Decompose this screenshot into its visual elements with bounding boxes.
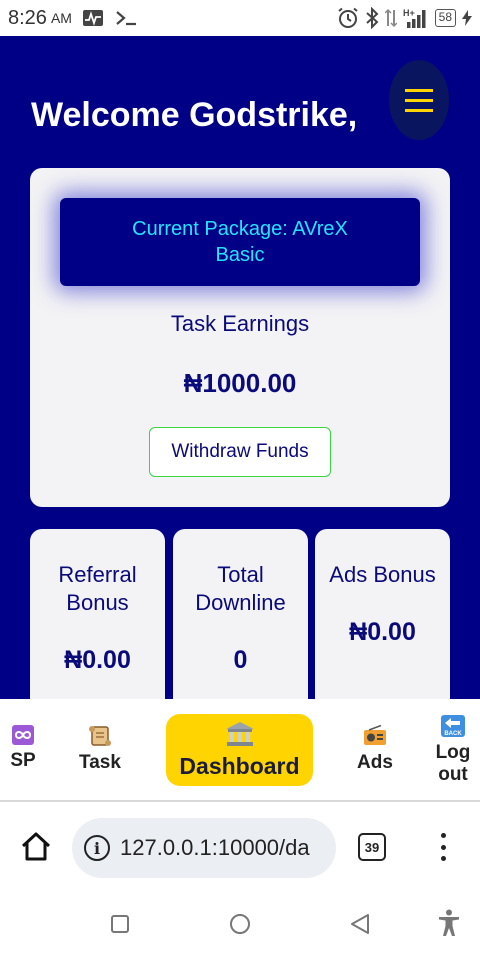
hamburger-icon (405, 88, 433, 112)
data-transfer-icon (384, 7, 397, 29)
info-icon[interactable]: i (84, 835, 110, 861)
recent-apps-icon[interactable] (111, 915, 129, 938)
nav-label: Task (79, 752, 121, 773)
charging-bolt-icon (462, 10, 472, 26)
stat-value: ₦0.00 (349, 618, 416, 646)
bluetooth-icon (365, 7, 379, 29)
home-icon[interactable] (20, 831, 52, 863)
stat-label: Referral Bonus (58, 562, 137, 615)
total-downline-card: Total Downline 0 (173, 529, 308, 699)
url-text: 127.0.0.1:10000/da (120, 835, 310, 860)
earnings-card: Current Package: AVreX Basic Task Earnin… (30, 168, 450, 507)
nav-item-sp[interactable]: SP (6, 725, 40, 772)
back-arrow-icon: BACK (441, 715, 465, 742)
status-ampm: AM (50, 10, 72, 26)
ads-bonus-card: Ads Bonus ₦0.00 (315, 529, 450, 699)
package-banner: Current Package: AVreX Basic (60, 198, 420, 286)
signal-icon: H+ (403, 7, 429, 29)
radio-icon (363, 724, 387, 752)
task-earnings-value: ₦1000.00 (183, 368, 297, 398)
withdraw-funds-button[interactable]: Withdraw Funds (149, 427, 331, 477)
status-bar: 8:26 AM H+ 58 (0, 0, 480, 36)
page-title: Welcome Godstrike, (31, 96, 358, 134)
nav-label: SP (10, 750, 36, 771)
menu-button[interactable] (389, 60, 449, 140)
home-circle-icon[interactable] (229, 913, 251, 940)
more-options-icon[interactable] (438, 833, 448, 861)
stat-label: Ads Bonus (329, 562, 436, 587)
alarm-icon (337, 7, 359, 29)
battery-indicator: 58 (434, 9, 456, 27)
referral-bonus-card: Referral Bonus ₦0.00 (30, 529, 165, 699)
activity-icon (82, 9, 104, 27)
svg-text:BACK: BACK (444, 731, 462, 737)
terminal-icon (114, 9, 138, 27)
url-bar[interactable]: i 127.0.0.1:10000/da (72, 818, 336, 878)
nav-label: Ads (357, 752, 393, 773)
accessibility-icon[interactable] (438, 909, 460, 942)
dashboard-main: Welcome Godstrike, Current Package: AVre… (0, 36, 480, 699)
nav-item-logout[interactable]: BACK Log out (432, 715, 474, 786)
nav-item-dashboard[interactable]: Dashboard (166, 714, 313, 786)
status-time: 8:26 (8, 6, 47, 29)
stat-value: 0 (233, 646, 248, 674)
svg-text:H+: H+ (403, 8, 415, 18)
nav-item-task[interactable]: Task (74, 725, 126, 774)
nav-label: Log out (435, 742, 471, 785)
infinity-icon (12, 725, 34, 750)
stat-label: Total Downline (195, 562, 286, 615)
bottom-nav: SP Task Dashboard Ads BACK Log out (0, 699, 480, 802)
browser-toolbar: i 127.0.0.1:10000/da 39 (0, 803, 480, 889)
tabs-button[interactable]: 39 (358, 833, 386, 861)
scroll-icon (88, 725, 112, 752)
bank-icon (225, 721, 255, 753)
stat-value: ₦0.00 (64, 646, 131, 674)
nav-item-ads[interactable]: Ads (354, 724, 396, 774)
nav-label: Dashboard (179, 752, 300, 779)
task-earnings-label: Task Earnings (170, 311, 310, 336)
system-nav-bar (0, 889, 480, 960)
back-triangle-icon[interactable] (350, 913, 370, 940)
